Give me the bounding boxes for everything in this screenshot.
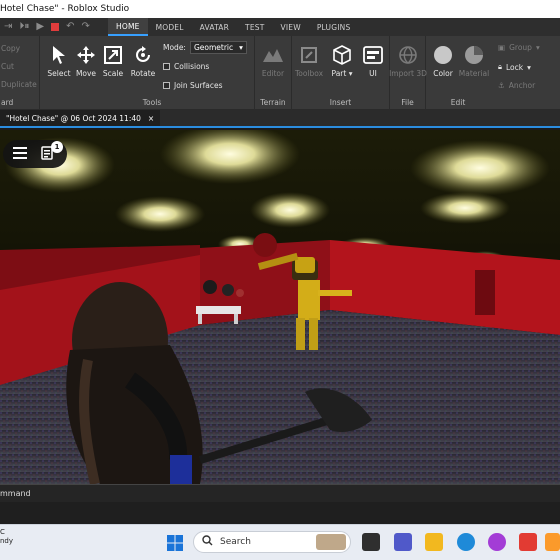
taskbar-search-box[interactable]: Search [193, 531, 351, 553]
import-3d-button[interactable]: Import 3D [389, 44, 427, 78]
edge-browser-icon[interactable] [457, 533, 475, 551]
copy-button[interactable]: Copy [1, 44, 20, 53]
move-arrows-icon [75, 44, 97, 66]
tab-plugins[interactable]: PLUGINS [309, 18, 359, 36]
file-explorer-icon[interactable] [425, 533, 443, 551]
group-icon: ▣ [498, 43, 506, 52]
tab-view[interactable]: VIEW [273, 18, 309, 36]
toolbox-button[interactable]: Toolbox [294, 44, 324, 78]
search-highlight-image [316, 534, 346, 550]
anchor-button[interactable]: ⚓︎ Anchor [498, 81, 535, 90]
ribbon: Copy Cut Duplicate ard Select Move Scale [0, 36, 560, 110]
tab-avatar[interactable]: AVATAR [192, 18, 237, 36]
collisions-checkbox[interactable] [163, 63, 170, 70]
anchor-icon: ⚓︎ [498, 81, 505, 90]
rotate-icon [132, 44, 154, 66]
toolbox-icon [298, 44, 320, 66]
windows-start-icon[interactable] [166, 534, 184, 552]
edit-group: Color Material ▣ Group ▾ 🔒︎ Lock ▾ ⚓︎ Anchor … [426, 36, 560, 110]
quick-access-toolbar: ⇥ ⏵⏸ ▶ ↶ ↷ [0, 22, 108, 32]
clipboard-group-label: ard [1, 98, 14, 107]
tools-group: Select Move Scale Rotate Mode: Geometric… [40, 36, 255, 110]
part-label: Part ▾ [331, 69, 353, 78]
redo-icon[interactable]: ↷ [81, 22, 89, 32]
task-view-icon[interactable] [362, 533, 380, 551]
join-surfaces-toggle[interactable]: Join Surfaces [163, 81, 223, 90]
color-label: Color [433, 69, 453, 78]
document-tab[interactable]: "Hotel Chase" @ 06 Oct 2024 11:40 × [0, 110, 161, 126]
window-title: Hotel Chase" - Roblox Studio [0, 4, 130, 14]
tab-model[interactable]: MODEL [148, 18, 192, 36]
material-sphere-icon [463, 44, 485, 66]
document-tab-title: "Hotel Chase" @ 06 Oct 2024 11:40 [6, 113, 141, 123]
chevron-down-icon: ▾ [527, 62, 531, 72]
collisions-toggle[interactable]: Collisions [163, 62, 209, 71]
join-surfaces-checkbox[interactable] [163, 82, 170, 89]
lock-button[interactable]: 🔒︎ Lock ▾ [498, 62, 531, 72]
mode-select[interactable]: Geometric ▾ [189, 41, 247, 54]
tab-home[interactable]: HOME [108, 18, 148, 36]
cursor-icon [48, 44, 70, 66]
insert-group: Toolbox Part ▾ UI Insert [292, 36, 390, 110]
undo-icon[interactable]: ↶ [66, 22, 74, 32]
menu-bar: ⇥ ⏵⏸ ▶ ↶ ↷ HOME MODEL AVATAR TEST VIEW P… [0, 18, 560, 36]
terrain-icon [262, 44, 284, 66]
ui-button[interactable]: UI [358, 44, 388, 78]
status-bar [0, 502, 560, 524]
terrain-group-label: Terrain [260, 98, 286, 107]
group-button[interactable]: ▣ Group ▾ [498, 43, 540, 52]
scale-button[interactable]: Scale [98, 44, 128, 78]
messenger-icon[interactable] [488, 533, 506, 551]
notification-badge: 1 [51, 141, 63, 153]
move-button[interactable]: Move [71, 44, 101, 78]
cut-button[interactable]: Cut [1, 62, 14, 71]
mode-row: Mode: Geometric ▾ [163, 41, 247, 54]
scene-render [0, 130, 560, 484]
terrain-group: Editor Terrain [255, 36, 292, 110]
scale-icon [102, 44, 124, 66]
mode-label: Mode: [163, 43, 186, 52]
chevron-down-icon: ▾ [239, 43, 243, 52]
step-icon[interactable]: ⏵⏸ [19, 22, 29, 32]
clipboard-group: Copy Cut Duplicate ard [0, 36, 40, 110]
game-viewport[interactable]: 1 [0, 130, 560, 484]
color-button[interactable]: Color [428, 44, 458, 78]
forward-icon[interactable]: ⇥ [4, 22, 12, 32]
window-title-bar: Hotel Chase" - Roblox Studio [0, 0, 560, 18]
edit-group-label: Edit [450, 98, 466, 107]
part-button[interactable]: Part ▾ [327, 44, 357, 78]
teams-icon[interactable] [394, 533, 412, 551]
ui-icon [362, 44, 384, 66]
chevron-down-icon: ▾ [535, 43, 540, 52]
globe-icon [397, 44, 419, 66]
search-icon [202, 535, 213, 549]
roblox-studio-icon[interactable] [545, 533, 560, 551]
search-placeholder: Search [220, 537, 251, 547]
close-tab-icon[interactable]: × [148, 114, 154, 123]
rotate-button[interactable]: Rotate [128, 44, 158, 78]
play-icon[interactable]: ▶ [36, 22, 44, 32]
lock-icon: 🔒︎ [498, 62, 502, 71]
weather-widget[interactable]: C ndy [0, 528, 13, 546]
app-icon[interactable] [519, 533, 537, 551]
insert-group-label: Insert [329, 98, 352, 107]
duplicate-button[interactable]: Duplicate [1, 80, 37, 89]
file-group: Import 3D File [389, 36, 427, 110]
material-button[interactable]: Material [459, 44, 489, 78]
select-button[interactable]: Select [44, 44, 74, 78]
command-bar-label: mmand [0, 489, 31, 498]
stop-icon[interactable] [51, 23, 60, 31]
color-circle-icon [432, 44, 454, 66]
tab-test[interactable]: TEST [237, 18, 272, 36]
hamburger-menu-icon[interactable] [13, 147, 27, 161]
command-bar[interactable]: mmand [0, 484, 560, 502]
document-tab-bar: "Hotel Chase" @ 06 Oct 2024 11:40 × [0, 110, 560, 128]
cube-icon [331, 44, 353, 66]
file-group-label: File [401, 98, 414, 107]
terrain-editor-button[interactable]: Editor [258, 44, 288, 78]
tools-group-label: Tools [142, 98, 162, 107]
